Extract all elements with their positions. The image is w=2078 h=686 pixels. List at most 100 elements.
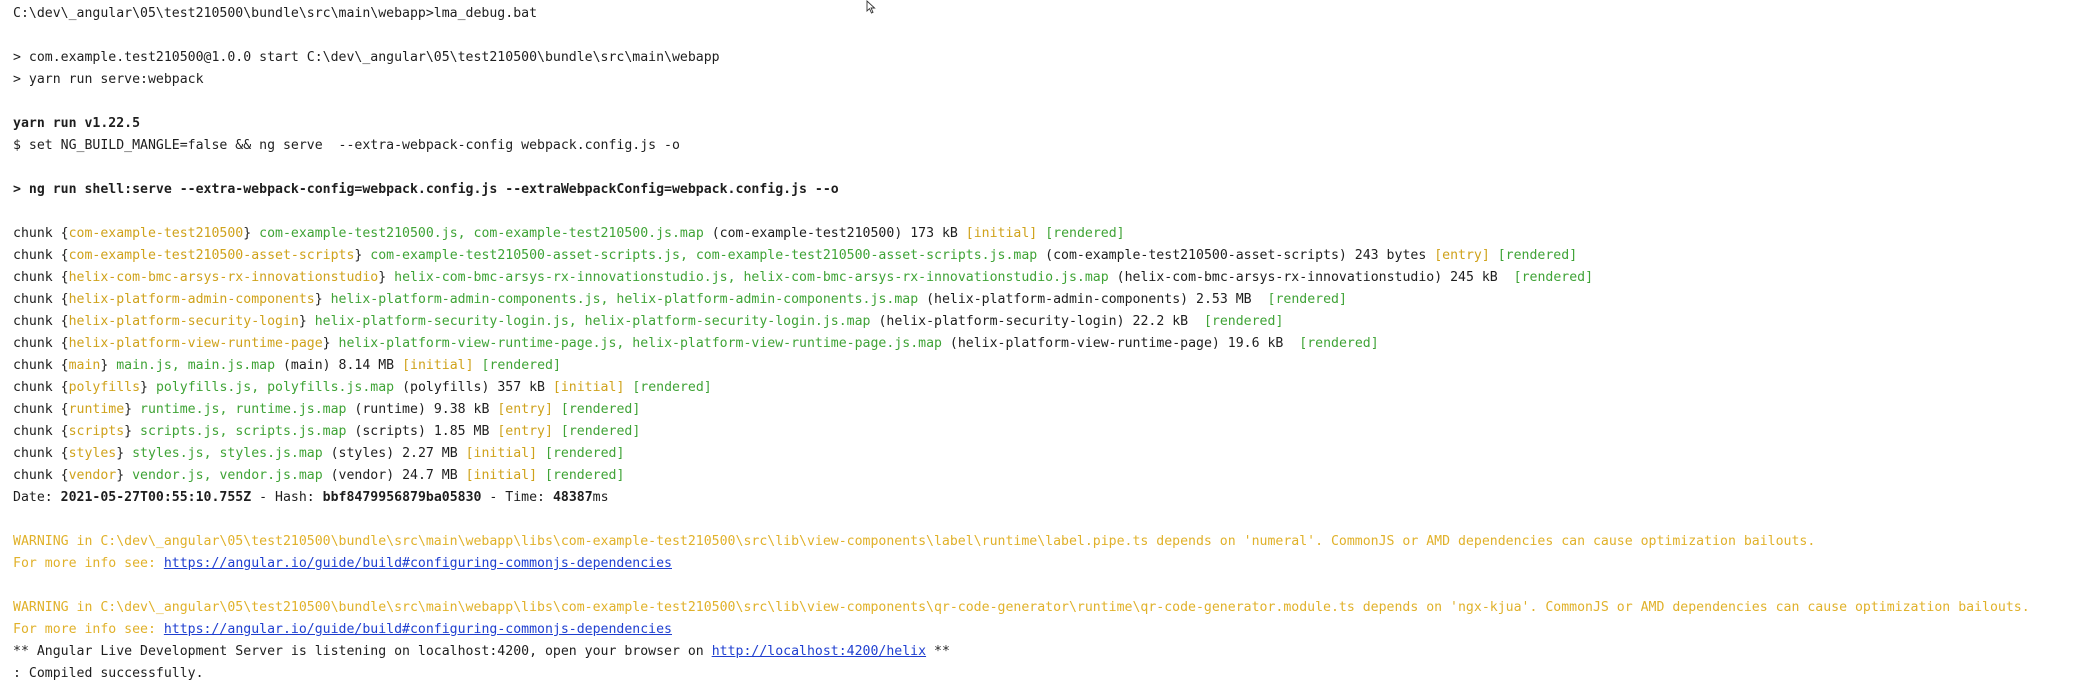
chunk-line: chunk {helix-platform-security-login} he… bbox=[13, 311, 2073, 333]
chunk-brace: } bbox=[124, 424, 141, 439]
chunk-rendered: [rendered] bbox=[1497, 248, 1578, 263]
chunk-info: (polyfills) 357 kB bbox=[394, 380, 553, 395]
chunk-line: chunk {main} main.js, main.js.map (main)… bbox=[13, 355, 2073, 377]
chunk-prefix: chunk { bbox=[13, 314, 69, 329]
set-env-line: $ set NG_BUILD_MANGLE=false && ng serve … bbox=[13, 138, 680, 153]
chunk-tag: [entry] bbox=[497, 402, 553, 417]
chunk-files: styles.js, styles.js.map bbox=[132, 446, 323, 461]
chunk-line: chunk {runtime} runtime.js, runtime.js.m… bbox=[13, 399, 2073, 421]
chunk-prefix: chunk { bbox=[13, 270, 69, 285]
chunk-rendered: [rendered] bbox=[1267, 292, 1347, 307]
npm-start-line: > com.example.test210500@1.0.0 start C:\… bbox=[13, 50, 720, 65]
chunk-rendered: [rendered] bbox=[545, 468, 625, 483]
dev-server-line: ** Angular Live Development Server is li… bbox=[13, 641, 2073, 663]
chunk-files: helix-com-bmc-arsys-rx-innovationstudio.… bbox=[394, 270, 1109, 285]
chunk-line: chunk {polyfills} polyfills.js, polyfill… bbox=[13, 377, 2073, 399]
chunk-line: chunk {scripts} scripts.js, scripts.js.m… bbox=[13, 421, 2073, 443]
chunk-separator bbox=[474, 358, 482, 373]
chunk-prefix: chunk { bbox=[13, 292, 69, 307]
chunk-tag: [initial] bbox=[552, 380, 625, 395]
chunk-separator bbox=[1196, 314, 1204, 329]
chunk-brace: } bbox=[116, 468, 133, 483]
chunk-info: (com-example-test210500-asset-scripts) 2… bbox=[1037, 248, 1435, 263]
chunk-name: helix-platform-admin-components bbox=[68, 292, 315, 307]
chunk-files: helix-platform-admin-components.js, heli… bbox=[330, 292, 919, 307]
chunk-separator bbox=[537, 468, 545, 483]
terminal-output[interactable]: C:\dev\_angular\05\test210500\bundle\src… bbox=[13, 3, 2073, 685]
chunk-separator bbox=[537, 446, 545, 461]
compiled-status-line: : Compiled successfully. bbox=[13, 666, 204, 681]
chunk-files: runtime.js, runtime.js.map bbox=[140, 402, 347, 417]
chunk-info: (helix-platform-admin-components) 2.53 M… bbox=[918, 292, 1260, 307]
chunk-name: main bbox=[68, 358, 101, 373]
chunk-tag: [entry] bbox=[1434, 248, 1490, 263]
chunk-prefix: chunk { bbox=[13, 248, 69, 263]
chunk-brace: } bbox=[100, 358, 117, 373]
chunk-prefix: chunk { bbox=[13, 446, 69, 461]
localhost-helix-link[interactable]: http://localhost:4200/helix bbox=[712, 644, 926, 659]
chunk-info: (helix-com-bmc-arsys-rx-innovationstudio… bbox=[1108, 270, 1506, 285]
build-info-line: Date: 2021-05-27T00:55:10.755Z - Hash: b… bbox=[13, 487, 2073, 509]
chunk-separator bbox=[1260, 292, 1268, 307]
chunk-info: (com-example-test210500) 173 kB bbox=[703, 226, 966, 241]
chunk-files: helix-platform-view-runtime-page.js, hel… bbox=[338, 336, 942, 351]
chunk-tag: [initial] bbox=[402, 358, 474, 373]
chunk-prefix: chunk { bbox=[13, 226, 69, 241]
chunk-rendered: [rendered] bbox=[560, 424, 641, 439]
chunk-prefix: chunk { bbox=[13, 424, 69, 439]
more-info-line: For more info see: https://angular.io/gu… bbox=[13, 553, 2073, 575]
chunk-brace: } bbox=[124, 402, 141, 417]
time-value: 48387 bbox=[552, 490, 593, 505]
commonjs-docs-link[interactable]: https://angular.io/guide/build#configuri… bbox=[164, 622, 672, 637]
chunk-files: polyfills.js, polyfills.js.map bbox=[155, 380, 395, 395]
chunk-name: helix-com-bmc-arsys-rx-innovationstudio bbox=[68, 270, 379, 285]
chunk-separator bbox=[1490, 248, 1498, 263]
command-prompt-line: C:\dev\_angular\05\test210500\bundle\src… bbox=[13, 6, 538, 21]
chunk-brace: } bbox=[322, 336, 339, 351]
more-info-label: For more info see: bbox=[13, 556, 164, 571]
chunk-rendered: [rendered] bbox=[1299, 336, 1379, 351]
chunk-name: styles bbox=[68, 446, 117, 461]
chunk-line: chunk {helix-com-bmc-arsys-rx-innovation… bbox=[13, 267, 2073, 289]
chunk-prefix: chunk { bbox=[13, 336, 69, 351]
more-info-label: For more info see: bbox=[13, 622, 164, 637]
chunk-brace: } bbox=[378, 270, 395, 285]
chunk-line: chunk {com-example-test210500} com-examp… bbox=[13, 223, 2073, 245]
date-label: Date: bbox=[13, 490, 61, 505]
chunk-brace: } bbox=[314, 292, 331, 307]
chunk-line: chunk {styles} styles.js, styles.js.map … bbox=[13, 443, 2073, 465]
chunk-info: (helix-platform-security-login) 22.2 kB bbox=[870, 314, 1197, 329]
chunk-rendered: [rendered] bbox=[1203, 314, 1284, 329]
chunk-tag: [initial] bbox=[465, 468, 538, 483]
chunk-name: com-example-test210500-asset-scripts bbox=[68, 248, 355, 263]
chunk-info: (runtime) 9.38 kB bbox=[346, 402, 498, 417]
more-info-line: For more info see: https://angular.io/gu… bbox=[13, 619, 2073, 641]
chunk-files: scripts.js, scripts.js.map bbox=[140, 424, 347, 439]
chunk-prefix: chunk { bbox=[13, 468, 69, 483]
chunk-info: (vendor) 24.7 MB bbox=[322, 468, 466, 483]
chunk-prefix: chunk { bbox=[13, 380, 69, 395]
chunk-tag: [initial] bbox=[965, 226, 1038, 241]
chunk-rendered: [rendered] bbox=[632, 380, 712, 395]
chunk-files: main.js, main.js.map bbox=[116, 358, 276, 373]
hash-value: bbf8479956879ba05830 bbox=[322, 490, 482, 505]
hash-label: - Hash: bbox=[251, 490, 323, 505]
chunk-info: (styles) 2.27 MB bbox=[322, 446, 466, 461]
chunk-name: helix-platform-security-login bbox=[68, 314, 299, 329]
chunk-rendered: [rendered] bbox=[1045, 226, 1125, 241]
yarn-version-line: yarn run v1.22.5 bbox=[13, 116, 141, 131]
chunk-files: vendor.js, vendor.js.map bbox=[132, 468, 323, 483]
chunk-rendered: [rendered] bbox=[545, 446, 625, 461]
chunk-name: vendor bbox=[68, 468, 117, 483]
chunk-line: chunk {vendor} vendor.js, vendor.js.map … bbox=[13, 465, 2073, 487]
chunk-separator bbox=[1506, 270, 1514, 285]
chunk-name: com-example-test210500 bbox=[68, 226, 244, 241]
chunk-separator bbox=[553, 402, 561, 417]
chunk-separator bbox=[1037, 226, 1045, 241]
commonjs-docs-link[interactable]: https://angular.io/guide/build#configuri… bbox=[164, 556, 672, 571]
